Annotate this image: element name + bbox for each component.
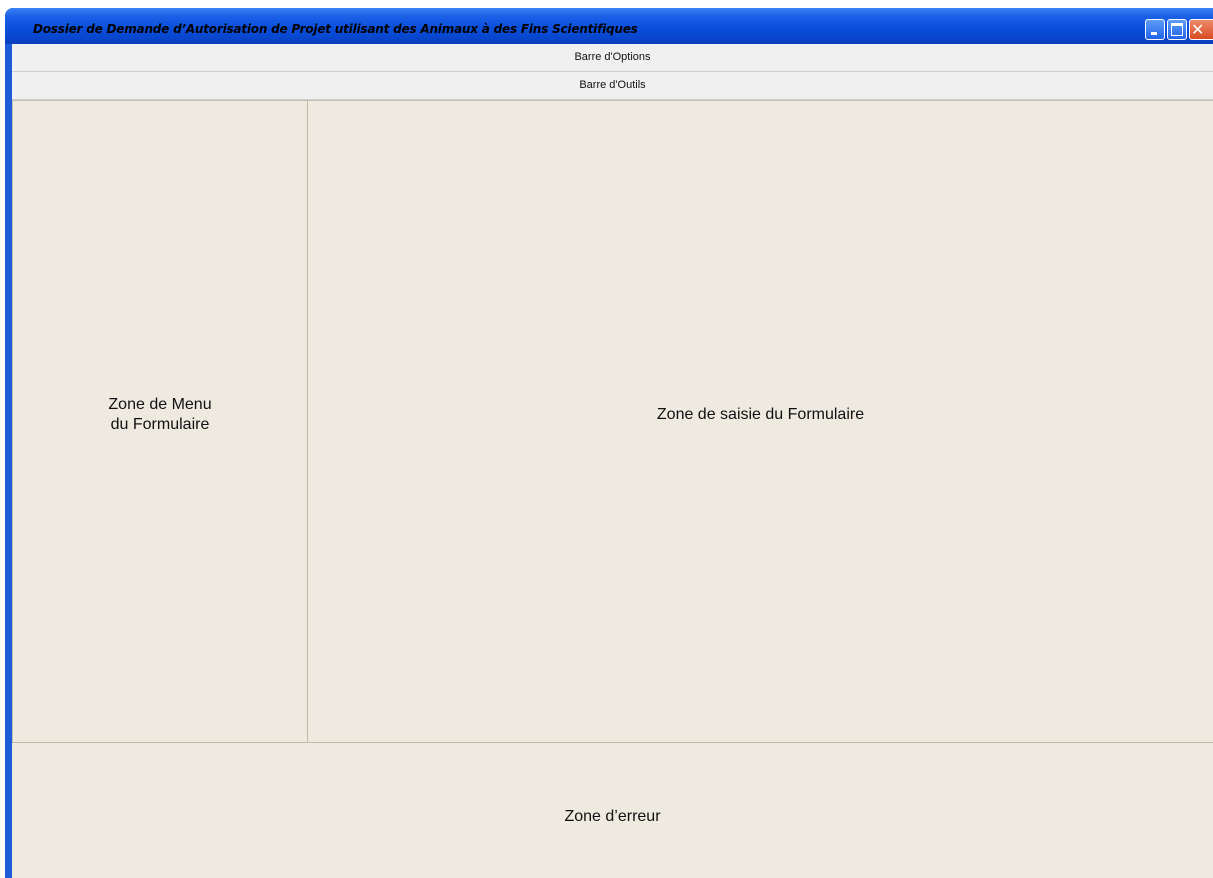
error-zone: Zone d’erreur [12, 742, 1213, 878]
close-button[interactable]: ✕ [1189, 19, 1213, 40]
options-bar[interactable]: Barre d'Options [12, 44, 1213, 72]
form-menu-zone[interactable]: Zone de Menu du Formulaire [12, 100, 308, 742]
form-menu-zone-label-line1: Zone de Menu [108, 395, 212, 413]
form-input-zone[interactable]: Zone de saisie du Formulaire [308, 100, 1213, 742]
title-bar[interactable]: Dossier de Demande d’Autorisation de Pro… [5, 8, 1213, 44]
form-menu-zone-label: Zone de Menu du Formulaire [108, 395, 211, 435]
error-zone-label: Zone d’erreur [564, 807, 661, 825]
application-window: Dossier de Demande d’Autorisation de Pro… [5, 8, 1213, 878]
window-title: Dossier de Demande d’Autorisation de Pro… [33, 22, 638, 36]
maximize-icon [1171, 23, 1183, 36]
maximize-button[interactable] [1167, 19, 1187, 40]
form-menu-zone-label-line2: du Formulaire [110, 415, 210, 433]
tools-bar[interactable]: Barre d'Outils [12, 72, 1213, 100]
form-input-zone-label: Zone de saisie du Formulaire [656, 405, 865, 423]
minimize-button[interactable] [1145, 19, 1165, 40]
minimize-icon [1151, 32, 1157, 35]
close-icon: ✕ [1191, 20, 1205, 39]
client-area: Barre d'Options Barre d'Outils Zone de M… [12, 44, 1213, 878]
